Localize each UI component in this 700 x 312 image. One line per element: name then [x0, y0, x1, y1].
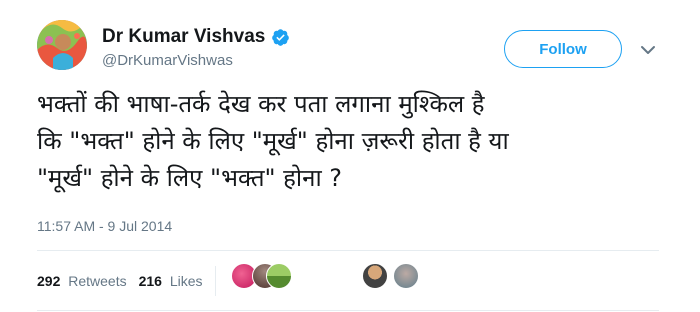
liker-avatar[interactable]	[362, 263, 388, 289]
avatar-image	[37, 20, 87, 70]
author-name[interactable]: Dr Kumar Vishvas	[102, 26, 265, 48]
author-handle[interactable]: @DrKumarVishwas	[102, 52, 233, 69]
tweet-timestamp[interactable]: 11:57 AM - 9 Jul 2014	[37, 218, 172, 234]
likes-stat[interactable]: 216 Likes	[139, 273, 203, 289]
likes-label: Likes	[169, 273, 203, 289]
tweet-stats: 292 Retweets 216 Likes	[37, 266, 230, 296]
retweets-count: 292	[37, 273, 61, 289]
author-name-row[interactable]: Dr Kumar Vishvas	[102, 26, 290, 48]
liker-avatar[interactable]	[266, 263, 292, 289]
retweets-label: Retweets	[68, 273, 127, 289]
stats-separator	[214, 266, 216, 296]
likes-count: 216	[138, 273, 162, 289]
chevron-down-icon[interactable]	[640, 44, 656, 56]
divider	[37, 250, 659, 251]
liker-avatar[interactable]	[393, 263, 419, 289]
author-avatar[interactable]	[37, 20, 87, 70]
follow-button[interactable]: Follow	[504, 30, 622, 68]
tweet-text: भक्तों की भाषा-तर्क देख कर पता लगाना मुश…	[37, 90, 509, 192]
divider	[37, 310, 659, 311]
retweets-stat[interactable]: 292 Retweets	[37, 273, 127, 289]
verified-badge-icon	[272, 28, 290, 46]
